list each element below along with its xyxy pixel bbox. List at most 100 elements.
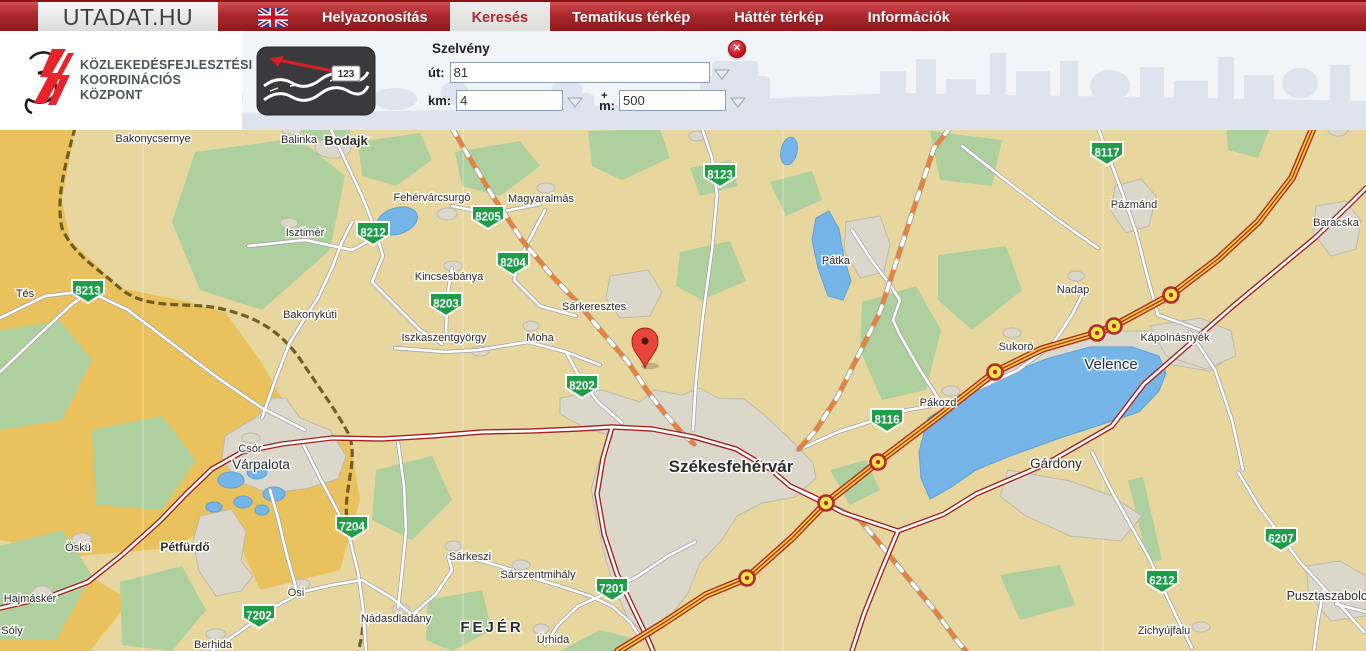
tab-3[interactable]: Tematikus térkép [550, 2, 712, 33]
map-town-label: Pátka [822, 255, 851, 267]
map-town-label: Bodajk [324, 133, 368, 148]
map-town-label: Gárdony [1030, 456, 1082, 471]
shield-number: 6207 [1268, 534, 1294, 546]
tab-4[interactable]: Háttér térkép [712, 2, 845, 33]
szelveny-panel: Szelvény ✕ út: km: + m: [428, 41, 744, 123]
map-town-label: Nádasdladány [361, 613, 432, 625]
motorway-junction-icon [1090, 326, 1105, 341]
uk-flag-icon[interactable] [258, 8, 288, 27]
map-town-label: Sukoró [999, 341, 1034, 353]
map-viewport[interactable]: 8213821282058204820382028123811781167204… [0, 130, 1366, 651]
junction-dot [876, 460, 880, 464]
km-input[interactable] [456, 90, 563, 111]
map-town-label: Isztimér [286, 227, 325, 239]
village-area [942, 386, 960, 396]
shield-number: 7204 [339, 522, 365, 534]
map-town-label: Velence [1084, 356, 1137, 373]
county-label: FEJÉR [460, 619, 523, 636]
shield-number: 7202 [246, 611, 272, 623]
map-town-label: Csór [238, 443, 262, 455]
m-input[interactable] [619, 90, 726, 111]
dropdown-arrow-icon[interactable] [714, 67, 730, 78]
motorway-junction-icon [1107, 319, 1122, 334]
org-line-1: KÖZLEKEDÉSFEJLESZTÉSI [80, 58, 252, 73]
map-town-label: Hajmáskér [4, 593, 57, 605]
nav-tabs: HelyazonosításKeresésTematikus térképHát… [300, 2, 972, 33]
ut-input[interactable] [450, 62, 710, 83]
motorway-junction-icon [988, 365, 1003, 380]
panel-title: Szelvény [432, 41, 490, 56]
km-m-row: km: + m: [428, 90, 746, 111]
map-town-label: Nadap [1057, 284, 1089, 296]
village-area [242, 433, 260, 443]
map-town-label: Balinka [281, 134, 318, 146]
map-town-label: Zichyújfalu [1138, 625, 1191, 637]
top-nav: UTADAT.HU HelyazonosításKeresésTematikus… [0, 0, 1366, 31]
lake [234, 496, 252, 508]
shield-number: 8205 [475, 212, 501, 224]
map-canvas[interactable]: 8213821282058204820382028123811781167204… [0, 130, 1366, 651]
close-button[interactable]: ✕ [728, 40, 746, 58]
org-line-2: KOORDINÁCIÓS [80, 73, 252, 88]
dropdown-arrow-icon[interactable] [567, 95, 583, 106]
village-area [537, 183, 555, 193]
map-town-label: Pázmánd [1111, 199, 1157, 211]
map-town-label: Úrhida [537, 633, 570, 646]
map-town-label: Kápolnásnyék [1140, 332, 1210, 344]
map-town-label: Ösi [288, 587, 305, 599]
org-name: KÖZLEKEDÉSFEJLESZTÉSI KOORDINÁCIÓS KÖZPO… [80, 58, 252, 103]
tab-2[interactable]: Keresés [450, 2, 550, 33]
map-town-label: Sárkeresztes [562, 301, 627, 313]
header: KÖZLEKEDÉSFEJLESZTÉSI KOORDINÁCIÓS KÖZPO… [0, 31, 1366, 130]
map-town-label: Iszkaszentgyörgy [402, 332, 487, 344]
map-town-label: Várpalota [232, 457, 290, 472]
map-town-label: Baracska [1313, 217, 1360, 229]
ut-row: út: [428, 62, 730, 83]
road-sign-number: 123 [338, 69, 355, 80]
village-area [445, 541, 461, 551]
motorway-junction-icon [871, 455, 886, 470]
dropdown-arrow-icon[interactable] [730, 95, 746, 106]
village-area [533, 624, 549, 634]
junction-dot [824, 501, 828, 505]
shield-number: 8116 [875, 415, 900, 427]
tab-5[interactable]: Információk [846, 2, 972, 33]
map-town-label: Sárszentmihály [500, 569, 576, 581]
road-section-icon[interactable]: 123 [256, 46, 376, 116]
map-town-label: Fehérvárcsurgó [393, 192, 470, 204]
map-town-label: Bakonycsernye [115, 133, 190, 145]
km-label: km: [428, 93, 451, 108]
village-area [1068, 271, 1084, 281]
shield-number: 6212 [1149, 576, 1175, 588]
motorway-junction-icon [1164, 288, 1179, 303]
org-logo: KÖZLEKEDÉSFEJLESZTÉSI KOORDINÁCIÓS KÖZPO… [0, 31, 242, 130]
map-town-label: Székesfehérvár [669, 457, 794, 476]
junction-dot [1169, 293, 1173, 297]
shield-number: 8117 [1095, 148, 1120, 160]
shield-number: 8213 [75, 286, 101, 298]
map-town-label: Pákozd [920, 397, 957, 409]
map-town-label: Pusztaszabolcs [1287, 589, 1366, 603]
motorway-junction-icon [819, 496, 834, 511]
map-town-label: Öskü [65, 542, 91, 554]
lake [218, 472, 244, 488]
map-town-label: Sóly [1, 625, 23, 637]
junction-dot [1112, 324, 1116, 328]
map-town-label: Pétfürdő [160, 540, 209, 554]
map-town-label: Bakonykúti [283, 309, 337, 321]
map-town-label: Magyaralmás [508, 193, 575, 205]
junction-dot [993, 370, 997, 374]
motorway-junction-icon [740, 571, 755, 586]
org-line-3: KÖZPONT [80, 88, 252, 103]
shield-number: 8212 [360, 228, 386, 240]
village-area [437, 208, 457, 220]
shield-number: 8123 [707, 170, 733, 182]
shield-number: 8203 [433, 299, 459, 311]
junction-dot [1095, 331, 1099, 335]
shield-number: 8202 [569, 381, 595, 393]
brand-logo[interactable]: UTADAT.HU [38, 2, 218, 33]
marker-dot [641, 337, 648, 344]
tab-1[interactable]: Helyazonosítás [300, 2, 450, 33]
village-area [523, 321, 539, 331]
map-town-label: Kincsesbánya [415, 271, 484, 283]
